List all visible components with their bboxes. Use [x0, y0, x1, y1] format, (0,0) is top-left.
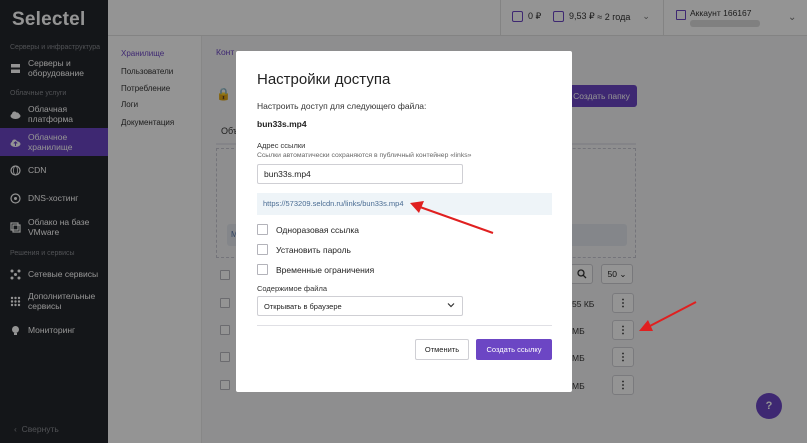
link-address-hint: Ссылки автоматически сохраняются в публи… [257, 152, 472, 159]
link-address-label: Адрес ссылки [257, 141, 306, 150]
file-content-value: Открывать в браузере [264, 302, 342, 311]
modal-title: Настройки доступа [257, 71, 391, 88]
modal-filename: bun33s.mp4 [257, 119, 307, 129]
set-password-option[interactable]: Установить пароль [257, 244, 351, 255]
file-content-select[interactable]: Открывать в браузере [257, 296, 463, 316]
set-password-label: Установить пароль [276, 244, 351, 255]
generated-link-url[interactable]: https://573209.selcdn.ru/links/bun33s.mp… [257, 193, 552, 215]
chevron-down-icon [447, 301, 455, 311]
access-settings-modal: Настройки доступа Настроить доступ для с… [236, 51, 572, 392]
one-time-link-checkbox[interactable] [257, 224, 268, 235]
file-content-label: Содержимое файла [257, 284, 328, 293]
create-link-button[interactable]: Создать ссылку [476, 339, 552, 360]
time-limits-checkbox[interactable] [257, 264, 268, 275]
modal-divider [257, 325, 552, 326]
one-time-link-label: Одноразовая ссылка [276, 224, 360, 235]
link-address-input[interactable]: bun33s.mp4 [257, 164, 463, 184]
time-limits-label: Временные ограничения [276, 264, 375, 275]
cancel-button[interactable]: Отменить [415, 339, 469, 360]
set-password-checkbox[interactable] [257, 244, 268, 255]
time-limits-option[interactable]: Временные ограничения [257, 264, 374, 275]
one-time-link-option[interactable]: Одноразовая ссылка [257, 224, 359, 235]
modal-subtitle: Настроить доступ для следующего файла: [257, 101, 427, 111]
